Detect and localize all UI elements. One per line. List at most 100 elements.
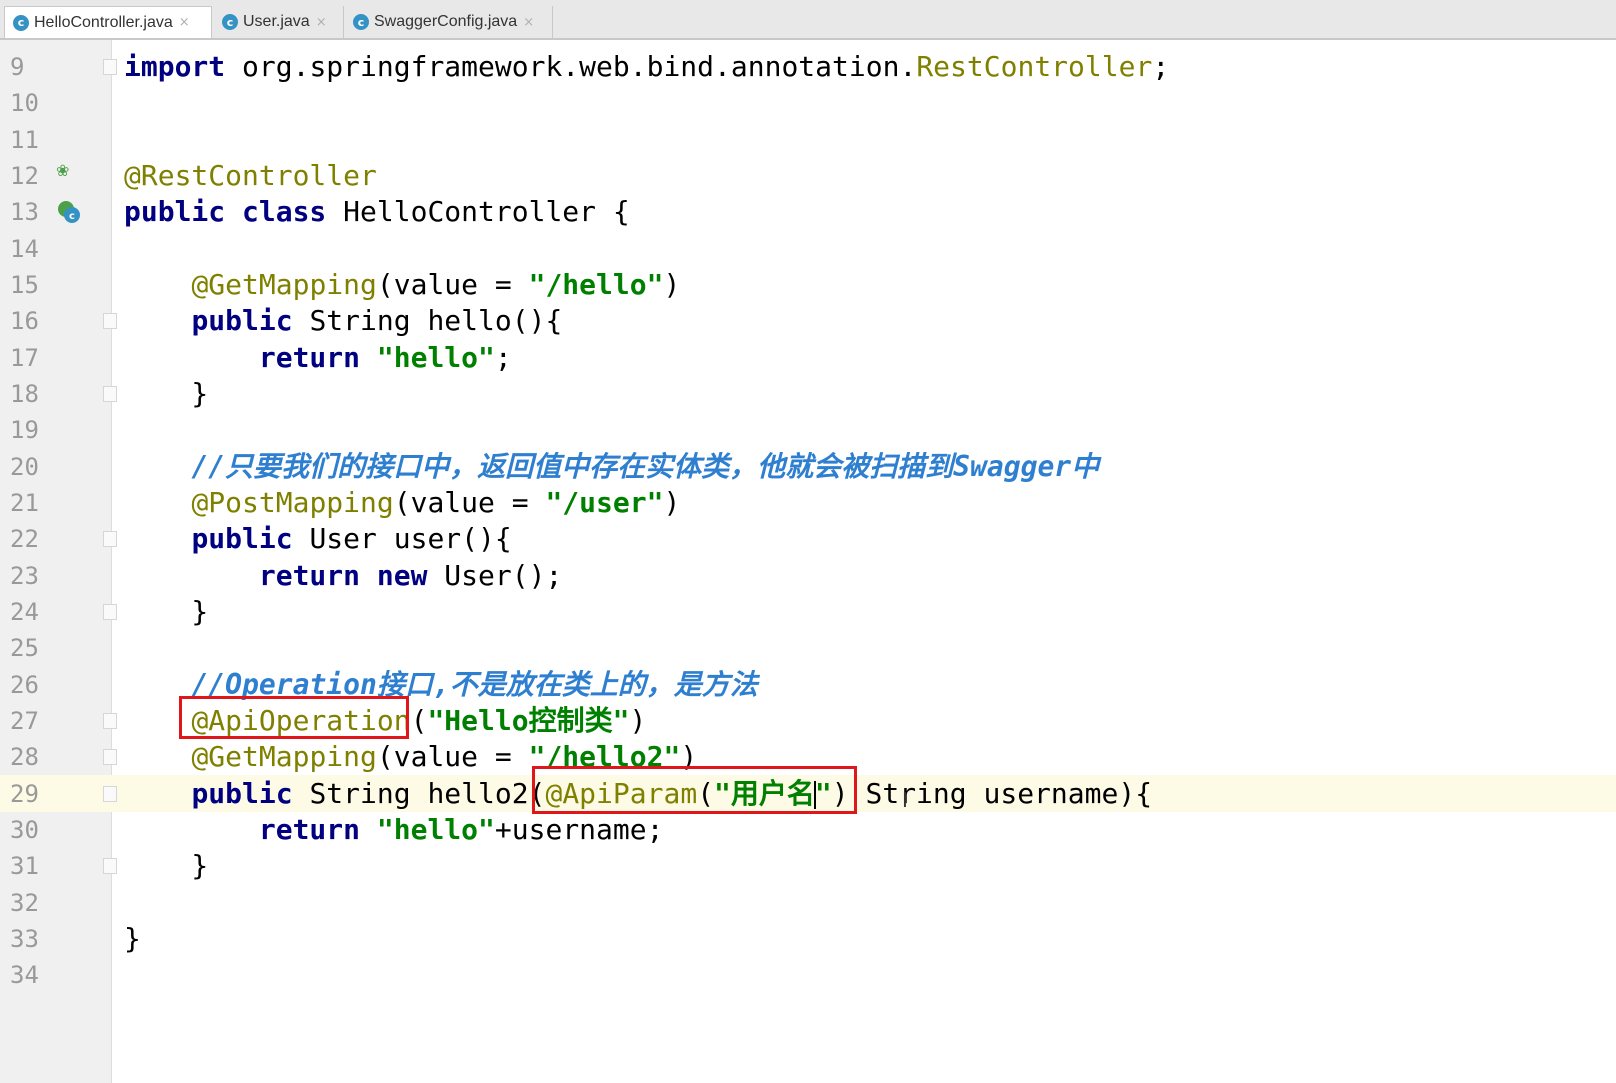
line-number: 10: [10, 89, 39, 118]
code-token: @GetMapping: [191, 740, 377, 774]
code-line[interactable]: 30 return "hello"+username;: [0, 811, 1616, 848]
code-token: String hello(){: [292, 304, 563, 338]
code-line[interactable]: 34: [0, 956, 1616, 993]
code-line[interactable]: 28 @GetMapping(value = "/hello2"): [0, 738, 1616, 775]
line-number: 34: [10, 961, 39, 990]
fold-marker-icon[interactable]: [103, 59, 117, 75]
close-icon[interactable]: ×: [316, 15, 327, 30]
code-token: }: [124, 594, 209, 628]
code-token: return new: [258, 558, 428, 592]
code-text[interactable]: @GetMapping(value = "/hello"): [124, 267, 680, 301]
code-line[interactable]: 13 c public class HelloController {: [0, 193, 1616, 230]
spring-bean-icon[interactable]: ❀: [56, 161, 72, 180]
code-line[interactable]: 24 }: [0, 593, 1616, 630]
code-line[interactable]: 18 }: [0, 375, 1616, 412]
line-number: 23: [10, 561, 39, 590]
fold-marker-icon[interactable]: [103, 858, 117, 875]
code-text[interactable]: return "hello";: [124, 340, 512, 374]
code-text[interactable]: public class HelloController {: [124, 197, 630, 227]
code-text[interactable]: }: [124, 851, 208, 881]
line-number: 14: [10, 234, 39, 263]
close-icon[interactable]: ×: [523, 15, 534, 30]
code-line[interactable]: 10: [0, 84, 1616, 121]
fold-marker-icon[interactable]: [103, 313, 117, 330]
code-token: ": [814, 776, 832, 810]
line-number: 12: [10, 161, 39, 190]
code-line[interactable]: 15 @GetMapping(value = "/hello"): [0, 266, 1616, 303]
code-token: User();: [427, 558, 563, 592]
code-line[interactable]: 11: [0, 121, 1616, 158]
code-line[interactable]: 21 @PostMapping(value = "/user"): [0, 484, 1616, 521]
code-line[interactable]: 26 //Operation接口,不是放在类上的，是方法: [0, 666, 1616, 703]
code-text[interactable]: public String hello(){: [124, 306, 562, 336]
tab-label: User.java: [243, 13, 310, 30]
code-token: "hello": [376, 812, 495, 846]
fold-marker-icon[interactable]: [103, 603, 117, 620]
code-text[interactable]: @GetMapping(value = "/hello2"): [124, 742, 697, 772]
code-line[interactable]: 14: [0, 230, 1616, 267]
code-token: +username;: [494, 812, 664, 846]
code-token: User user(){: [292, 522, 512, 556]
line-number: 27: [10, 706, 39, 735]
code-line[interactable]: 16 public String hello(){: [0, 302, 1616, 339]
code-text[interactable]: public User user(){: [124, 522, 512, 556]
code-token: //只要我们的接口中，返回值中存在实体类，他就会被扫描到Swagger中: [191, 449, 1100, 483]
code-token: ;: [494, 340, 512, 374]
code-text[interactable]: import org.springframework.web.bind.anno…: [124, 52, 1169, 82]
tab-user-java[interactable]: c User.java ×: [214, 6, 344, 38]
code-text[interactable]: @PostMapping(value = "/user"): [124, 485, 681, 519]
code-line[interactable]: 12 ❀ @RestController: [0, 157, 1616, 194]
fold-marker-icon[interactable]: [103, 749, 117, 766]
code-line[interactable]: 19: [0, 411, 1616, 448]
tab-swaggerconfig-java[interactable]: c SwaggerConfig.java ×: [345, 6, 553, 38]
code-editor[interactable]: 9 import org.springframework.web.bind.ann…: [0, 40, 1616, 1083]
code-line[interactable]: 9 import org.springframework.web.bind.ann…: [0, 48, 1616, 85]
code-token: ): [663, 485, 681, 519]
class-icon[interactable]: c: [56, 199, 80, 224]
code-text[interactable]: }: [124, 923, 141, 954]
tab-hellocontroller-java[interactable]: c HelloController.java ×: [4, 6, 212, 38]
code-token: @ApiOperation: [191, 703, 411, 737]
fold-marker-icon[interactable]: [103, 712, 117, 729]
code-line[interactable]: 33}: [0, 920, 1616, 957]
code-line[interactable]: 17 return "hello";: [0, 339, 1616, 376]
code-line[interactable]: 22 public User user(){: [0, 520, 1616, 557]
code-line[interactable]: 25: [0, 629, 1616, 666]
close-icon[interactable]: ×: [179, 15, 190, 30]
fold-marker-icon[interactable]: [103, 785, 117, 802]
code-line[interactable]: 27 @ApiOperation("Hello控制类"): [0, 702, 1616, 739]
code-line[interactable]: 31 }: [0, 847, 1616, 884]
line-number: 28: [10, 743, 39, 772]
code-text[interactable]: }: [124, 378, 208, 409]
code-token: ) String username){: [831, 776, 1153, 810]
code-line[interactable]: 20 //只要我们的接口中，返回值中存在实体类，他就会被扫描到Swagger中: [0, 448, 1616, 485]
line-number: 21: [10, 488, 39, 517]
code-token: public: [191, 522, 293, 556]
code-token: org.springframework.web.bind.annotation.: [225, 50, 917, 83]
code-line[interactable]: 23 return new User();: [0, 557, 1616, 594]
code-token: @PostMapping: [191, 485, 394, 519]
code-text[interactable]: @ApiOperation("Hello控制类"): [124, 703, 646, 737]
code-token: (: [697, 776, 715, 810]
code-text[interactable]: public String hello2(@ApiParam("用户名") St…: [124, 776, 1153, 810]
code-text[interactable]: @RestController: [124, 160, 377, 191]
code-token: }: [124, 849, 209, 883]
code-text[interactable]: return "hello"+username;: [124, 812, 664, 846]
code-text[interactable]: return new User();: [124, 558, 563, 592]
code-text[interactable]: //只要我们的接口中，返回值中存在实体类，他就会被扫描到Swagger中: [124, 449, 1100, 483]
line-number: 22: [10, 525, 39, 554]
code-token: (value =: [376, 267, 529, 301]
code-token: (value =: [393, 485, 546, 519]
fold-marker-icon[interactable]: [103, 531, 117, 548]
text-cursor-icon: I: [902, 788, 908, 812]
code-token: RestController: [916, 50, 1153, 83]
code-text[interactable]: //Operation接口,不是放在类上的，是方法: [124, 669, 757, 700]
code-line[interactable]: 32: [0, 884, 1616, 921]
code-text[interactable]: }: [124, 594, 209, 628]
code-line[interactable]: 29 public String hello2(@ApiParam("用户名")…: [0, 774, 1616, 812]
fold-marker-icon[interactable]: [103, 385, 117, 402]
